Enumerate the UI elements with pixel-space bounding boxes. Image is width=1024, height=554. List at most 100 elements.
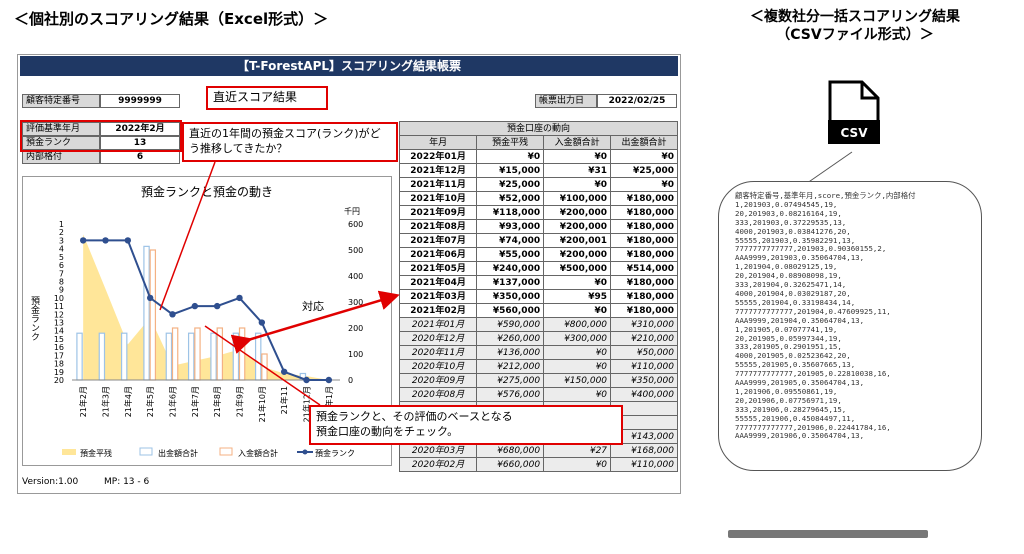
table-cell: ¥310,000 [610,317,678,332]
col-avg-balance: 預金平残 [476,135,545,150]
chart-y2-unit: 千円 [344,206,360,216]
report-date-label: 帳票出力日 [535,94,597,108]
table-cell: ¥150,000 [543,373,612,388]
correspond-label: 対応 [302,300,324,313]
bar-withdrawals [254,332,262,381]
table-cell: ¥0 [543,457,612,472]
table-row: 2021年12月 ¥15,000 ¥31 ¥25,000 [398,163,678,178]
table-cell: ¥180,000 [610,191,678,206]
table-row: 2020年12月 ¥260,000 ¥300,000 ¥210,000 [398,331,678,346]
rank-point [325,376,333,384]
table-cell: ¥180,000 [610,219,678,234]
callout-rank-trend: 直近の1年間の預金スコア(ランク)がどう推移してきたか？ [182,122,398,162]
table-cell: 2021年11月 [398,177,478,192]
rank-point [213,302,221,310]
table-cell: ¥680,000 [476,443,545,458]
table-cell: ¥55,000 [476,247,545,262]
table-row: 2021年05月 ¥240,000 ¥500,000 ¥514,000 [398,261,678,276]
table-row: 2020年02月 ¥660,000 ¥0 ¥110,000 [398,457,678,472]
customer-id-value: 9999999 [100,94,180,108]
table-title: 預金口座の動向 [399,121,678,136]
footer-mp: MP: 13 - 6 [104,477,150,487]
table-cell: ¥500,000 [543,261,612,276]
category-tick-label: 21年2月 [78,386,88,417]
category-tick-label: 21年9月 [235,386,245,417]
internal-rating-value: 6 [100,150,180,164]
table-cell: ¥180,000 [610,275,678,290]
category-tick-label: 21年7月 [190,386,200,417]
callout-check-activity: 預金ランクと、その評価のベースとなる 預金口座の動向をチェック。 [309,405,623,445]
callout-check-line1: 預金ランクと、その評価のベースとなる [316,410,513,423]
table-cell: 2020年12月 [398,331,478,346]
bar-withdrawals [76,332,83,381]
table-cell: ¥514,000 [610,261,678,276]
table-cell: ¥300,000 [543,331,612,346]
rank-point [102,237,109,244]
table-cell: ¥25,000 [610,163,678,178]
table-cell: ¥240,000 [476,261,545,276]
table-cell: ¥0 [543,303,612,318]
callout-recent-score: 直近スコア結果 [206,86,328,110]
bar-deposits [238,327,246,381]
legend-swatch [62,449,76,455]
table-row: 2020年08月 ¥576,000 ¥0 ¥400,000 [398,387,678,402]
table-row: 2021年10月 ¥52,000 ¥100,000 ¥180,000 [398,191,678,206]
table-cell: ¥74,000 [476,233,545,248]
table-cell: 2021年12月 [398,163,478,178]
rank-point [169,311,176,318]
table-cell: 2020年09月 [398,373,478,388]
rank-point [303,376,310,384]
table-cell: 2021年06月 [398,247,478,262]
table-cell: ¥275,000 [476,373,545,388]
bar-withdrawals [98,332,106,381]
table-cell: ¥93,000 [476,219,545,234]
table-cell: 2020年11月 [398,345,478,360]
table-cell: ¥400,000 [610,387,678,402]
csv-line: AAA9999,201906,0.35064704,13, [735,431,865,441]
table-row: 2021年01月 ¥590,000 ¥800,000 ¥310,000 [398,317,678,332]
table-row: 2021年08月 ¥93,000 ¥200,000 ¥180,000 [398,219,678,234]
table-cell: 2022年01月 [398,149,478,164]
table-cell: ¥136,000 [476,345,545,360]
recent-score-highlight [20,120,182,152]
bar-withdrawals [143,245,150,381]
rank-point [79,237,87,244]
bar-withdrawals [165,332,173,381]
bar-withdrawals [210,332,217,381]
money-tick-label: 200 [348,324,363,333]
table-cell: ¥15,000 [476,163,545,178]
divider-bar [728,530,928,538]
section-title-csv-line2: （CSVファイル形式）＞ [776,27,934,43]
legend-swatch-dot [302,449,308,455]
table-cell: 2021年10月 [398,191,478,206]
legend-swatch [139,447,153,456]
rank-point [236,294,243,302]
table-cell: 2021年01月 [398,317,478,332]
table-row: 2022年01月 ¥0 ¥0 ¥0 [398,149,678,164]
table-cell: 2020年08月 [398,387,478,402]
table-cell: ¥200,000 [543,247,612,262]
table-cell: ¥180,000 [610,247,678,262]
rank-point [280,368,288,375]
rank-tick-label: 20 [54,376,64,385]
table-cell: 2021年07月 [398,233,478,248]
category-tick-label: 21年11 [279,386,289,414]
money-tick-label: 500 [348,246,363,255]
table-cell: ¥137,000 [476,275,545,290]
table-cell: ¥180,000 [610,303,678,318]
csv-file-icon: CSV [828,80,880,144]
table-cell: ¥95 [543,289,612,304]
report-date-value: 2022/02/25 [597,94,677,108]
table-cell: ¥212,000 [476,359,545,374]
table-cell: ¥350,000 [610,373,678,388]
col-month: 年月 [398,135,478,150]
legend-swatch [219,447,233,456]
bar-deposits [194,327,201,381]
table-cell: 2020年03月 [398,443,478,458]
table-cell: 2021年04月 [398,275,478,290]
category-tick-label: 21年10月 [257,386,267,422]
table-row: 2020年10月 ¥212,000 ¥0 ¥110,000 [398,359,678,374]
internal-rating-label: 内部格付 [22,150,100,164]
table-cell: ¥0 [543,359,612,374]
table-cell: ¥660,000 [476,457,545,472]
